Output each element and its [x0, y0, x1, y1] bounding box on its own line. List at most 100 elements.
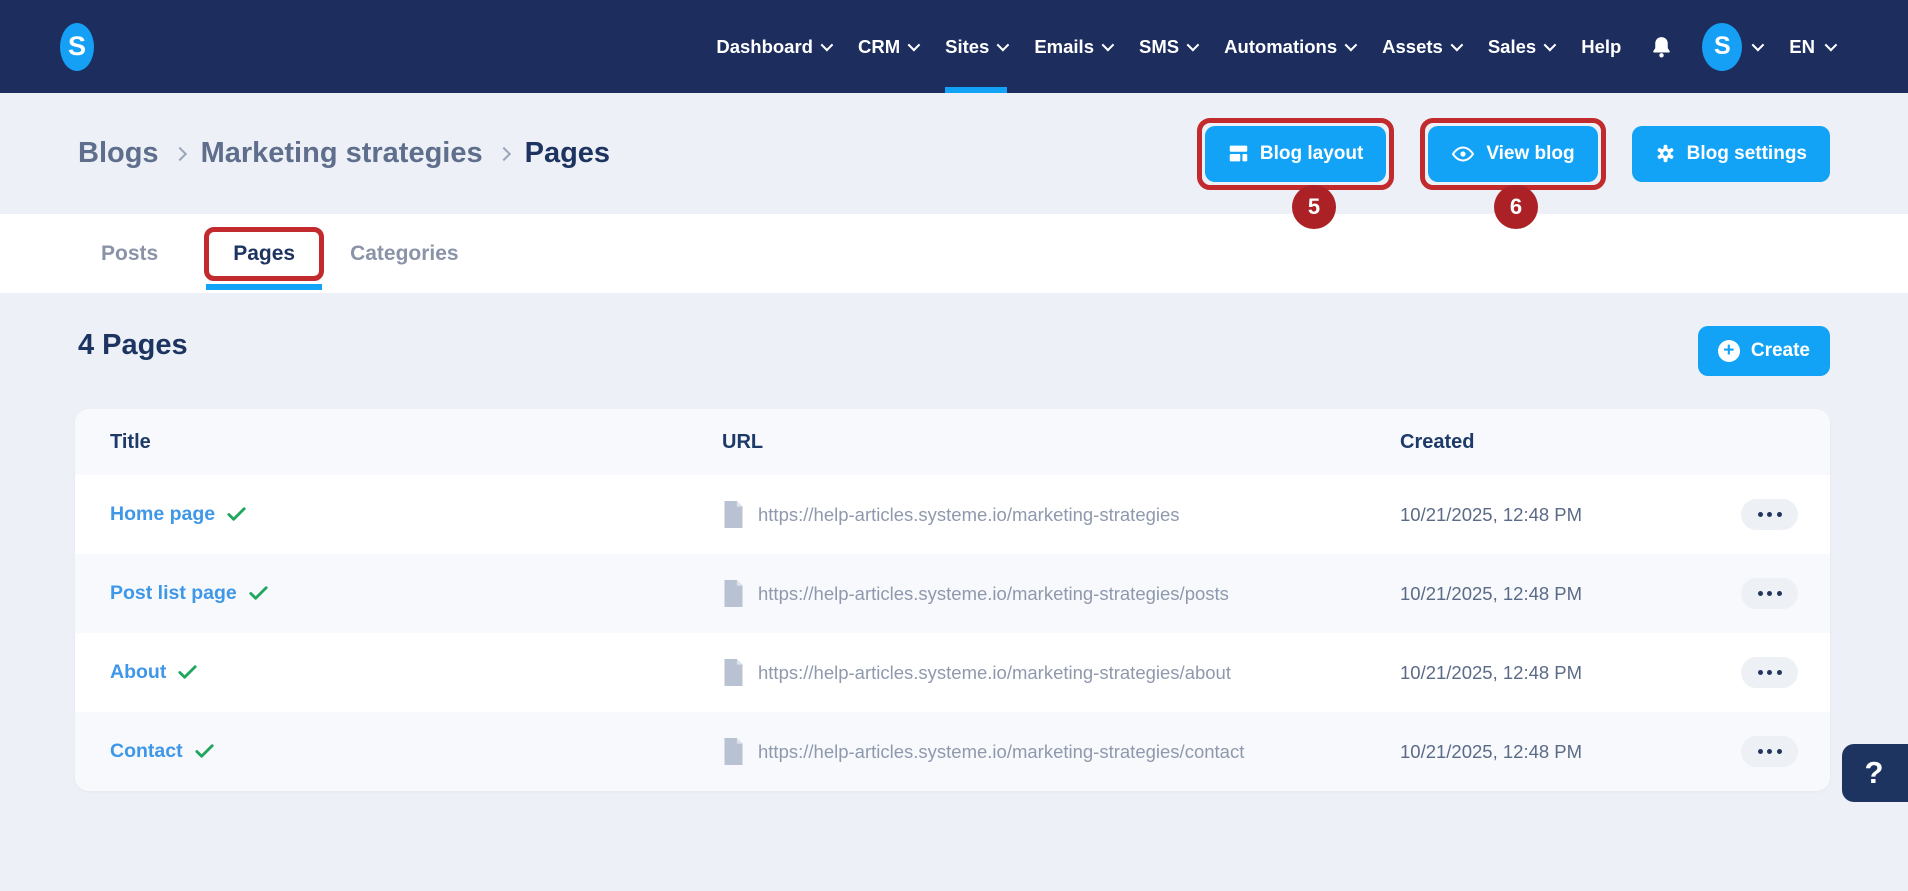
badge-number: 6 — [1509, 194, 1523, 219]
url-cell: https://help-articles.systeme.io/marketi… — [722, 659, 1400, 686]
page-url: https://help-articles.systeme.io/marketi… — [758, 503, 1180, 525]
table-header-row: Title URL Created — [75, 409, 1830, 475]
dot-icon — [1776, 512, 1782, 517]
nav-item-label: Automations — [1224, 35, 1338, 57]
breadcrumb-blogs[interactable]: Blogs — [78, 137, 159, 170]
page-title: 4 Pages — [78, 329, 188, 361]
chevron-down-icon — [1543, 38, 1557, 52]
published-check-icon — [227, 507, 246, 521]
language-label: EN — [1789, 35, 1815, 57]
annotation-badge-5: 5 — [1292, 185, 1336, 229]
page-link[interactable]: About — [110, 661, 166, 684]
page-file-icon — [724, 659, 743, 686]
systeme-logo[interactable]: S — [60, 22, 94, 71]
dot-icon — [1757, 512, 1763, 517]
page-link[interactable]: Home page — [110, 503, 215, 526]
create-button[interactable]: + Create — [1697, 326, 1830, 376]
dot-icon — [1757, 591, 1763, 596]
badge-number: 5 — [1307, 194, 1321, 219]
column-header-url: URL — [722, 430, 764, 453]
blog-tabs: Posts Pages Categories — [0, 214, 1908, 293]
chevron-down-icon — [820, 38, 834, 52]
account-menu[interactable]: S — [1702, 22, 1765, 71]
chevron-down-icon — [996, 38, 1010, 52]
row-actions-button[interactable] — [1741, 657, 1798, 688]
language-selector[interactable]: EN — [1789, 35, 1838, 58]
dot-icon — [1767, 512, 1772, 517]
nav-item-sales[interactable]: Sales — [1488, 0, 1557, 93]
blog-layout-label: Blog layout — [1259, 142, 1364, 164]
tab-pages[interactable]: Pages — [233, 242, 295, 265]
dot-icon — [1767, 670, 1772, 675]
question-mark-icon: ? — [1864, 755, 1884, 790]
row-actions-button[interactable] — [1741, 736, 1798, 767]
notifications-button[interactable] — [1649, 0, 1674, 93]
page-link[interactable]: Post list page — [110, 582, 237, 605]
nav-item-label: SMS — [1139, 35, 1180, 57]
tab-posts[interactable]: Posts — [101, 242, 158, 266]
created-date: 10/21/2025, 12:48 PM — [1400, 503, 1583, 525]
nav-item-label: CRM — [857, 35, 901, 57]
url-cell: https://help-articles.systeme.io/marketi… — [722, 738, 1400, 765]
published-check-icon — [249, 586, 268, 600]
avatar: S — [1702, 22, 1743, 71]
nav-item-label: Assets — [1382, 35, 1443, 57]
breadcrumb: Blogs Marketing strategies Pages — [78, 137, 610, 170]
breadcrumb-separator-icon — [172, 146, 187, 161]
dot-icon — [1776, 591, 1782, 596]
blog-settings-button[interactable]: Blog settings — [1631, 125, 1830, 182]
nav-item-dashboard[interactable]: Dashboard — [716, 0, 834, 93]
nav-item-assets[interactable]: Assets — [1382, 0, 1464, 93]
dot-icon — [1757, 749, 1763, 754]
title-cell: Home page — [110, 503, 722, 526]
chevron-down-icon — [1824, 38, 1838, 52]
view-blog-button[interactable]: View blog — [1428, 125, 1598, 182]
gear-icon — [1657, 144, 1674, 163]
support-help-button[interactable]: ? — [1842, 744, 1908, 802]
nav-item-help[interactable]: Help — [1581, 0, 1621, 93]
published-check-icon — [178, 665, 197, 679]
row-actions-button[interactable] — [1741, 499, 1798, 530]
created-date: 10/21/2025, 12:48 PM — [1400, 740, 1583, 762]
page-file-icon — [724, 738, 743, 765]
nav-item-automations[interactable]: Automations — [1224, 0, 1358, 93]
annotation-badge-6: 6 — [1494, 185, 1538, 229]
dot-icon — [1767, 591, 1772, 596]
nav-item-emails[interactable]: Emails — [1034, 0, 1115, 93]
column-header-title: Title — [110, 430, 151, 453]
nav-menu: Dashboard CRM Sites Emails SMS Automatio… — [716, 0, 1838, 93]
url-cell: https://help-articles.systeme.io/marketi… — [722, 501, 1400, 528]
create-label: Create — [1750, 340, 1810, 361]
nav-item-crm[interactable]: CRM — [857, 0, 921, 93]
published-check-icon — [194, 744, 214, 758]
nav-item-sms[interactable]: SMS — [1139, 0, 1200, 93]
annotation-box-pages-tab: Pages — [204, 226, 325, 290]
view-blog-label: View blog — [1486, 142, 1575, 164]
page-link[interactable]: Contact — [110, 740, 183, 763]
breadcrumb-separator-icon — [496, 146, 511, 161]
plus-icon: + — [1717, 340, 1740, 362]
breadcrumb-blog-name[interactable]: Marketing strategies — [201, 137, 483, 170]
nav-item-sites[interactable]: Sites — [945, 0, 1010, 93]
page-file-icon — [724, 580, 743, 607]
dot-icon — [1757, 670, 1763, 675]
dot-icon — [1767, 749, 1772, 754]
title-cell: Post list page — [110, 582, 722, 605]
chevron-down-icon — [1751, 38, 1765, 52]
top-nav: S Dashboard CRM Sites Emails SMS Automat… — [0, 0, 1908, 93]
chevron-down-icon — [907, 38, 921, 52]
header-actions: Blog layout View blog Blog settings — [1196, 117, 1830, 190]
table-row: Contact https://help-articles.systeme.io… — [75, 712, 1830, 791]
tab-categories[interactable]: Categories — [350, 242, 459, 266]
chevron-down-icon — [1344, 38, 1358, 52]
column-header-created: Created — [1400, 430, 1475, 453]
pages-table: Title URL Created Home page https://help… — [75, 409, 1830, 791]
layout-icon — [1229, 145, 1248, 162]
blog-layout-button[interactable]: Blog layout — [1204, 125, 1387, 182]
nav-item-label: Help — [1581, 35, 1622, 57]
created-date: 10/21/2025, 12:48 PM — [1400, 582, 1583, 604]
row-actions-button[interactable] — [1741, 578, 1798, 609]
chevron-down-icon — [1101, 38, 1115, 52]
page-file-icon — [724, 501, 743, 528]
pages-list-section: 4 Pages + Create Title URL Created Home … — [0, 293, 1908, 891]
